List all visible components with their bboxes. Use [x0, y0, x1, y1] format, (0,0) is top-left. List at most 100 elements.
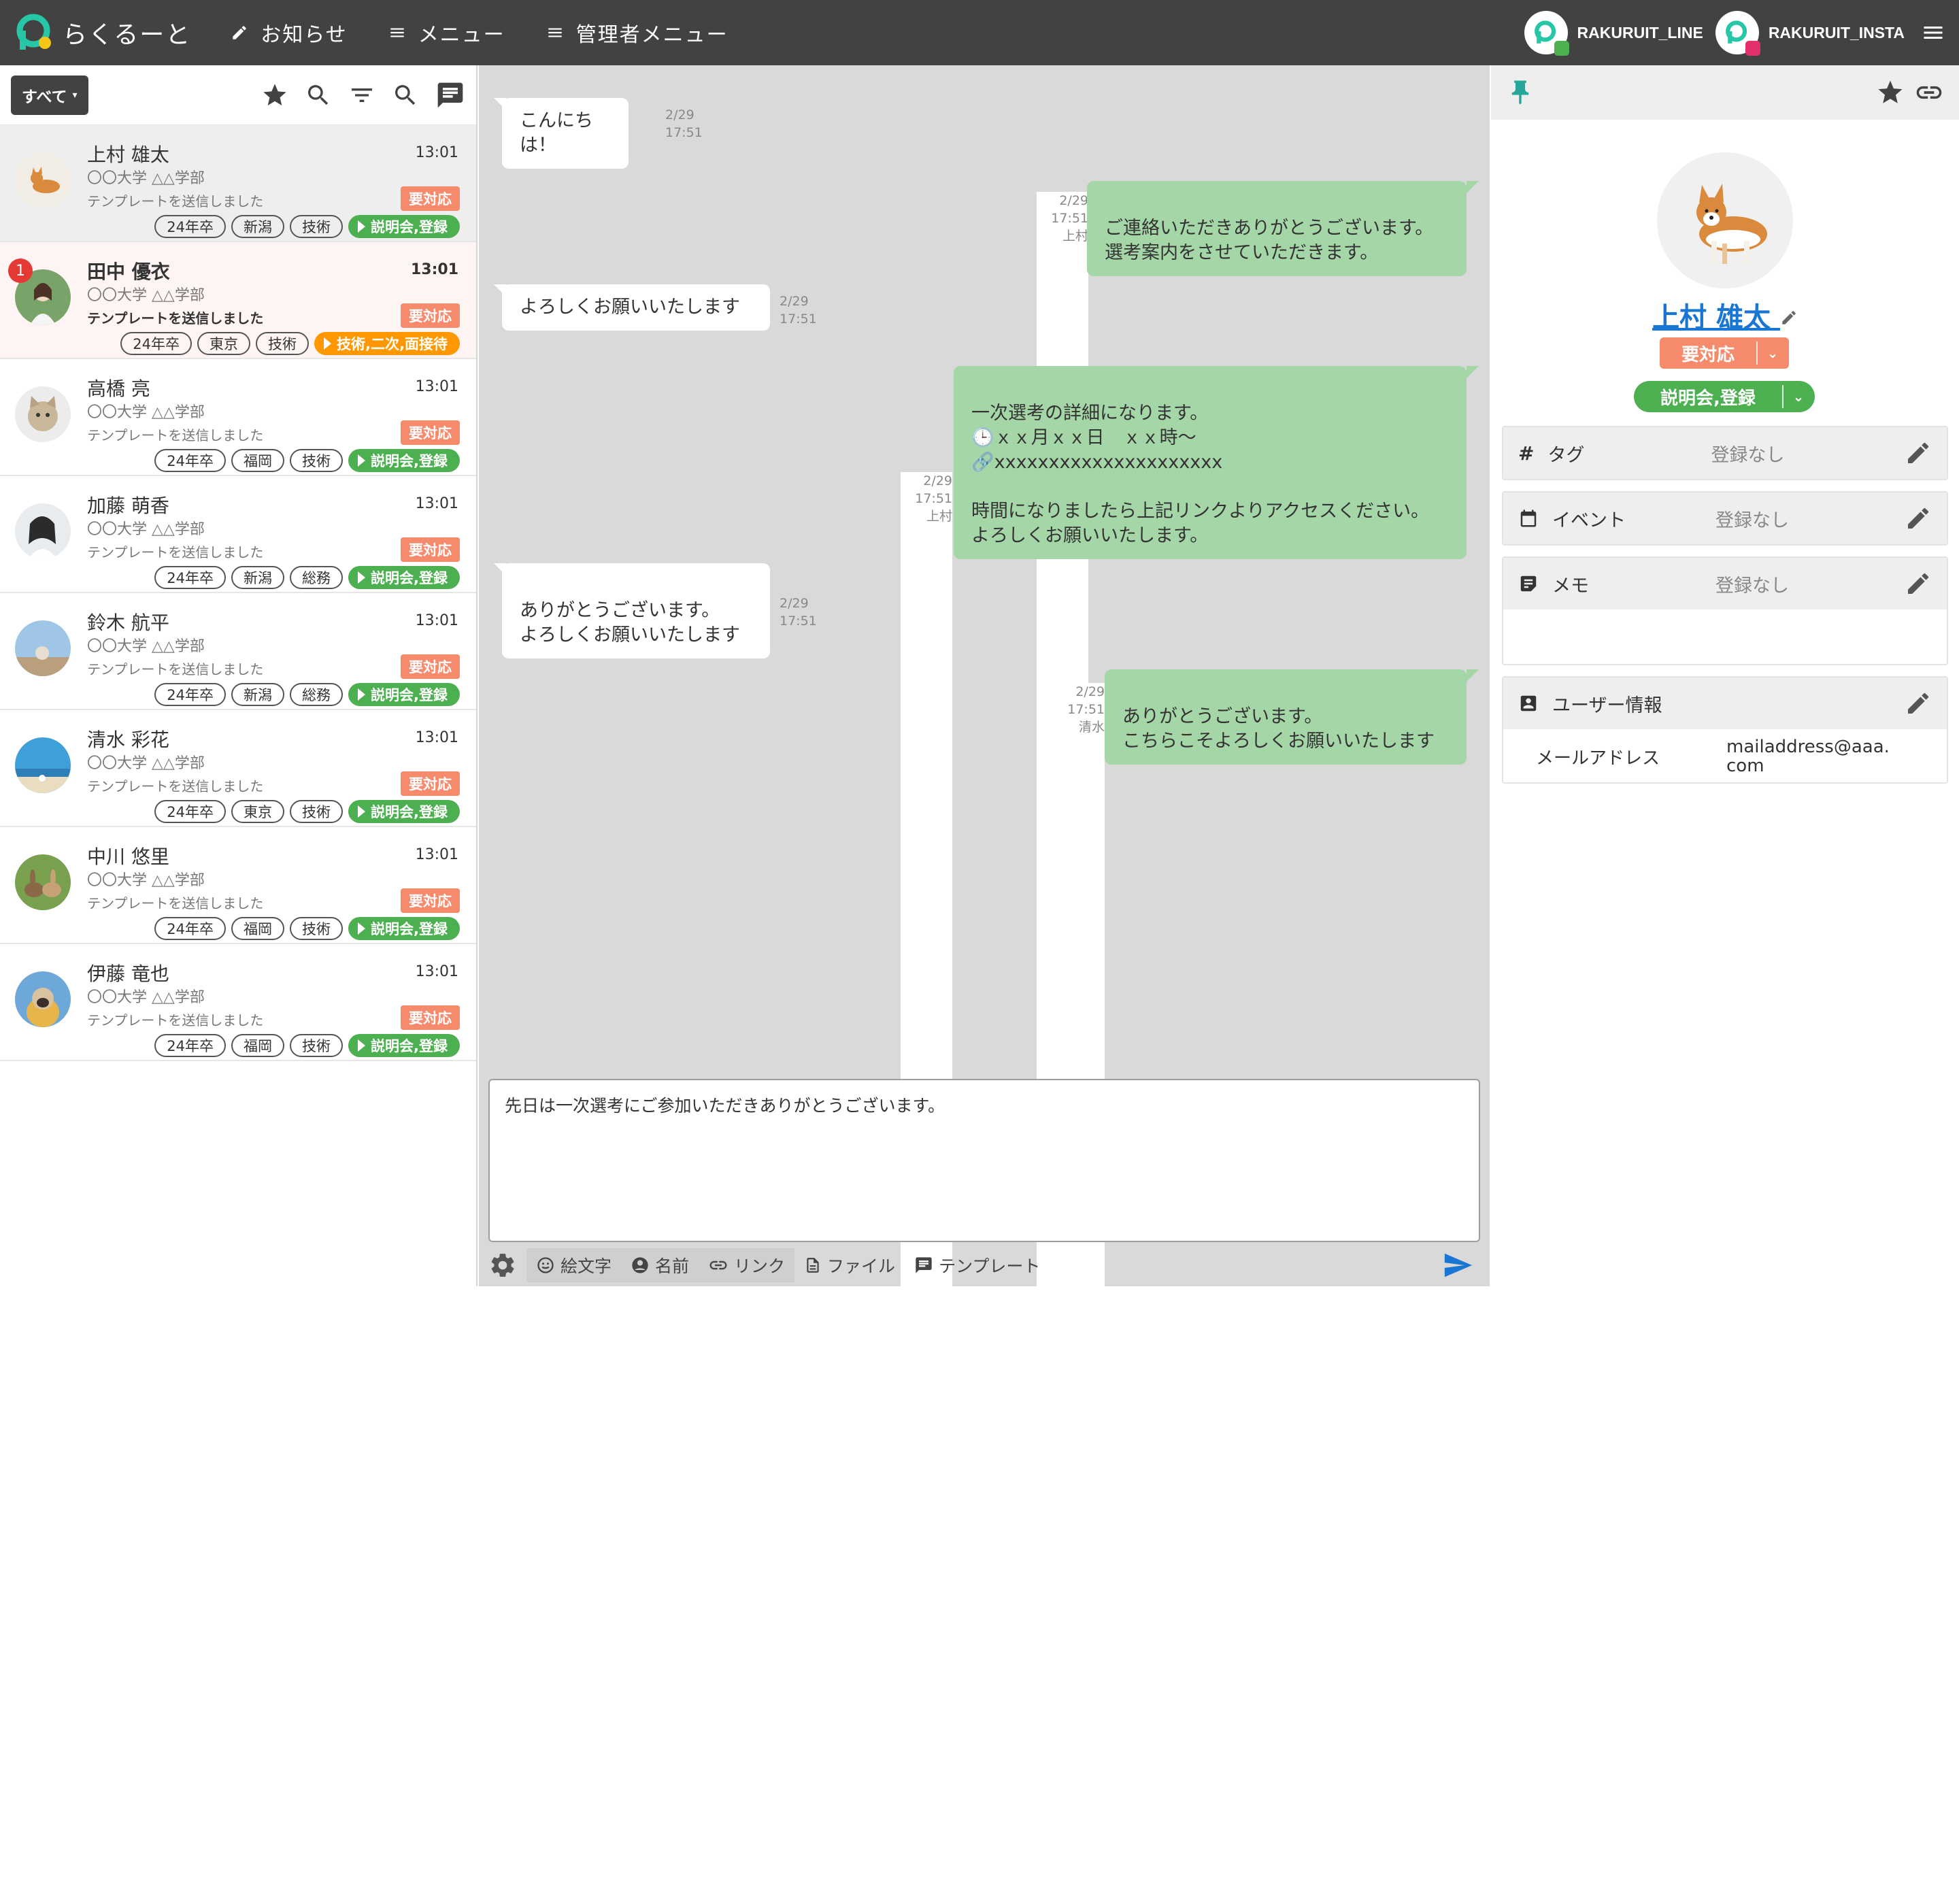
pencil-icon[interactable]: [1905, 570, 1932, 597]
school-name: 〇〇大学 △△学部: [87, 287, 205, 304]
chat-message-incoming: こんにちは！: [494, 98, 629, 169]
send-icon[interactable]: [1442, 1250, 1473, 1281]
school-name: 〇〇大学 △△学部: [87, 755, 205, 772]
conversation-item[interactable]: 鈴木 航平 13:01 〇〇大学 △△学部 テンプレートを送信しました 要対応 24年卒新…: [0, 593, 476, 710]
link-icon[interactable]: [1914, 78, 1944, 107]
tag-list: 24年卒 東京 技術 説明会,登録: [154, 800, 460, 823]
avatar: [15, 620, 71, 676]
nav-news[interactable]: お知らせ: [231, 18, 347, 48]
search-icon[interactable]: [305, 82, 332, 109]
emoji-icon: [537, 1256, 554, 1273]
status-badge: 要対応: [401, 537, 460, 562]
stage-select[interactable]: 説明会,登録 ⌄: [1634, 381, 1815, 412]
contact-name: 鈴木 航平: [87, 612, 169, 634]
stage-badge: 説明会,登録: [348, 917, 460, 940]
message-time: 13:01: [415, 378, 458, 395]
stage-badge: 説明会,登録: [348, 683, 460, 706]
avatar: [15, 152, 71, 208]
pin-icon[interactable]: [1506, 78, 1535, 107]
stage-badge: 説明会,登録: [348, 800, 460, 823]
conversation-item[interactable]: 1 田中 優衣 13:01 〇〇大学 △△学部 テンプレートを送信しました 要対応 24年卒…: [0, 242, 476, 359]
event-card: イベント 登録なし: [1502, 491, 1948, 546]
chevron-right-icon: [358, 805, 366, 818]
account-insta[interactable]: RAKURUIT_INSTA: [1715, 11, 1905, 56]
filter-dropdown[interactable]: すべて ▾: [11, 75, 88, 115]
status-badge: 要対応: [401, 420, 460, 445]
profile-panel: 上村 雄太 要対応 ⌄ 説明会,登録 ⌄ # タグ 登録なし イベント 登録なし…: [1491, 65, 1959, 1286]
tag-chip: 新潟: [231, 215, 285, 238]
message-meta: 2/29 17:51: [665, 107, 703, 140]
message-icon[interactable]: [435, 80, 465, 110]
chat-panel: こんにちは！ 2/29 17:51 2/29 17:51 上村 ご連絡いただきありがと…: [479, 65, 1490, 1904]
nav-menu[interactable]: メニュー: [388, 18, 505, 48]
pencil-icon[interactable]: [1905, 690, 1932, 717]
memo-label: メモ: [1552, 575, 1589, 597]
chevron-right-icon: [324, 337, 332, 350]
search-icon[interactable]: [392, 82, 419, 109]
stage-label: 説明会,登録: [1660, 388, 1756, 409]
chevron-right-icon: [358, 688, 366, 701]
profile-avatar: [1657, 152, 1793, 288]
conversation-item[interactable]: 上村 雄太 13:01 〇〇大学 △△学部 テンプレートを送信しました 要対応 24年卒新…: [0, 125, 476, 242]
tag-chip: 福岡: [231, 1034, 285, 1057]
conversation-item[interactable]: 清水 彩花 13:01 〇〇大学 △△学部 テンプレートを送信しました 要対応 24年卒東…: [0, 710, 476, 827]
filter-icon[interactable]: [348, 82, 375, 109]
message-time: 13:01: [415, 144, 458, 161]
pencil-icon[interactable]: [1905, 505, 1932, 532]
star-icon[interactable]: [1876, 78, 1905, 107]
email-value: mailaddress@aaa. com: [1726, 737, 1890, 776]
avatar: [15, 386, 71, 442]
conversation-item[interactable]: 高橋 亮 13:01 〇〇大学 △△学部 テンプレートを送信しました 要対応 24年卒 福岡…: [0, 359, 476, 476]
contact-name: 田中 優衣: [87, 261, 170, 283]
conversation-item[interactable]: 伊藤 竜也 13:01 〇〇大学 △△学部 テンプレートを送信しました 要対応 24年卒福…: [0, 944, 476, 1061]
message-composer-input[interactable]: 先日は一次選考にご参加いただきありがとうございます。: [488, 1079, 1480, 1242]
link-icon: [709, 1260, 727, 1269]
pencil-icon[interactable]: [1780, 309, 1798, 327]
template-button[interactable]: テンプレート: [905, 1248, 1050, 1282]
star-icon[interactable]: [261, 82, 288, 109]
stage-badge: 説明会,登録: [348, 566, 460, 589]
message-time: 13:01: [415, 963, 458, 980]
conversation-item[interactable]: 加藤 萌香 13:01 〇〇大学 △△学部 テンプレートを送信しました 要対応 24年卒新…: [0, 476, 476, 593]
tag-chip: 24年卒: [154, 800, 227, 823]
contact-name: 中川 悠里: [87, 846, 169, 868]
school-name: 〇〇大学 △△学部: [87, 989, 205, 1006]
account-line[interactable]: RAKURUIT_LINE: [1524, 11, 1703, 56]
brand-logo-icon: [15, 13, 54, 52]
last-message: テンプレートを送信しました: [87, 310, 264, 327]
menu-icon: [548, 28, 562, 37]
school-name: 〇〇大学 △△学部: [87, 638, 205, 655]
stage-badge: 説明会,登録: [348, 449, 460, 472]
memo-card: メモ 登録なし: [1502, 556, 1948, 665]
school-name: 〇〇大学 △△学部: [87, 170, 205, 187]
event-label: イベント: [1552, 510, 1626, 531]
pencil-icon[interactable]: [1905, 439, 1932, 467]
conversation-list-panel: すべて ▾ 上村 雄太 13:01 〇〇大学 △△学部 テンプレートを送信しました 要対…: [0, 65, 478, 1286]
link-label: リンク: [734, 1256, 786, 1276]
pencil-icon: [233, 26, 247, 39]
profile-name[interactable]: 上村 雄太: [1491, 295, 1959, 335]
hamburger-menu-icon[interactable]: [1921, 20, 1945, 45]
tag-chip: 福岡: [231, 449, 285, 472]
last-message: テンプレートを送信しました: [87, 193, 264, 210]
conversation-item[interactable]: 中川 悠里 13:01 〇〇大学 △△学部 テンプレートを送信しました 要対応 24年卒福…: [0, 827, 476, 944]
attach-file-button[interactable]: ファイル: [794, 1248, 905, 1282]
gear-icon[interactable]: [488, 1251, 517, 1280]
insert-name-button[interactable]: 名前: [621, 1248, 699, 1282]
status-select[interactable]: 要対応 ⌄: [1660, 337, 1789, 369]
tag-value: 登録なし: [1711, 444, 1785, 466]
chat-message-incoming: よろしくお願いいたします: [494, 284, 770, 331]
tag-list: 24年卒 新潟 総務 説明会,登録: [154, 566, 460, 589]
tag-chip: 新潟: [231, 566, 285, 589]
tag-chip: 24年卒: [154, 1034, 227, 1057]
message-text: ご連絡いただきありがとうございます。 選考案内をさせていただきます。: [1105, 218, 1434, 263]
file-label: ファイル: [827, 1256, 896, 1276]
tag-chip: 総務: [290, 566, 344, 589]
insert-link-button[interactable]: リンク: [699, 1248, 795, 1282]
brand[interactable]: らくるーと: [15, 13, 191, 52]
tag-chip: 技術: [290, 449, 344, 472]
nav-admin-menu[interactable]: 管理者メニュー: [546, 18, 729, 48]
emoji-button[interactable]: 絵文字: [526, 1248, 622, 1282]
message-text: 一次選考の詳細になります。 🕒ｘｘ月ｘｘ日 ｘｘ時～ 🔗xxxxxxxxxxxx…: [971, 403, 1430, 546]
chevron-right-icon: [358, 1039, 366, 1052]
